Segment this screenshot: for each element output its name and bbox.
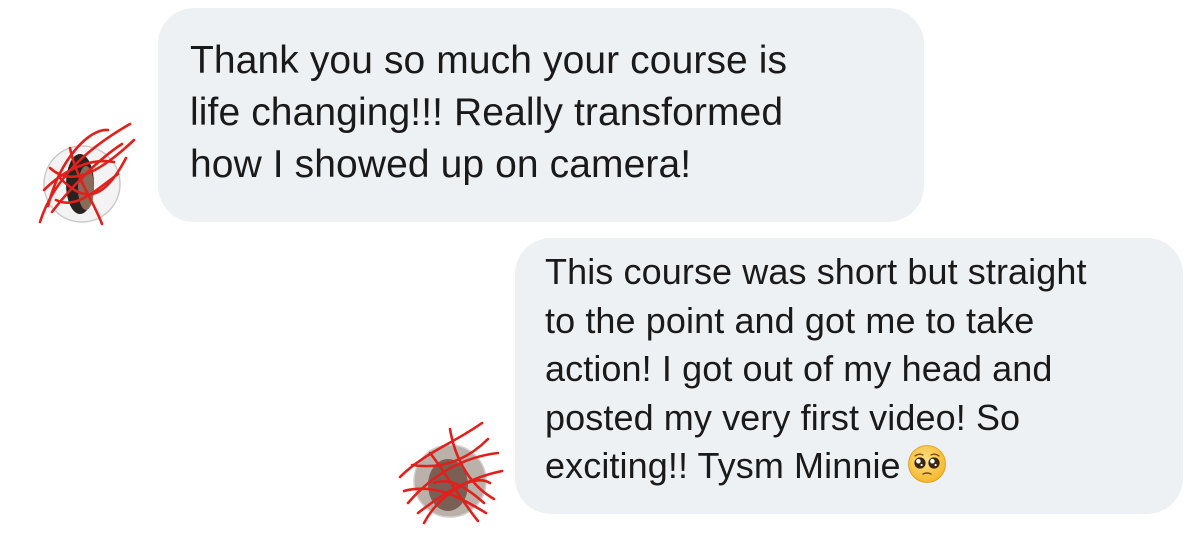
- message-text-line: Thank you so much your course is: [190, 39, 788, 82]
- message-text-line: posted my very first video! So: [545, 396, 1021, 438]
- message-bubble[interactable]: Thank you so much your course is life ch…: [158, 8, 924, 222]
- redacted-avatar-icon: [398, 421, 504, 525]
- message-text-line: This course was short but straight: [545, 251, 1087, 292]
- message-text-segment: exciting!! Tysm Minnie: [545, 445, 901, 486]
- redacted-avatar-icon: [38, 122, 136, 226]
- message-text-line: to the point and got me to take: [545, 299, 1035, 341]
- avatar[interactable]: [38, 122, 136, 226]
- message-text-line: how I showed up on camera!: [190, 143, 692, 186]
- message-bubble[interactable]: This course was short but straight to th…: [515, 238, 1183, 514]
- message-text-line: action! I got out of my head and: [545, 348, 1053, 389]
- avatar[interactable]: [398, 421, 504, 525]
- message-text-line: life changing!!! Really transformed: [190, 91, 784, 134]
- pleading-face-emoji-icon: [907, 445, 946, 483]
- message-text-line: exciting!! Tysm Minnie: [545, 442, 1183, 491]
